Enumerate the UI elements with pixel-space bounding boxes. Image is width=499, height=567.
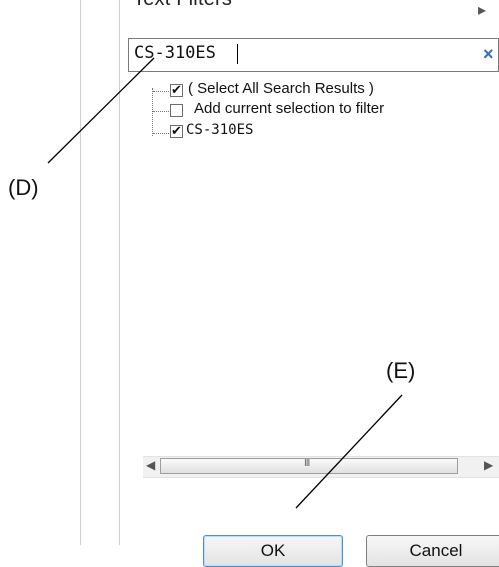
- callout-e-label: (E): [386, 358, 416, 383]
- callout-lines: [47, 57, 403, 509]
- callout-line-d: [47, 57, 155, 164]
- callout-d-label: (D): [8, 175, 39, 200]
- callout-line-e: [295, 394, 403, 509]
